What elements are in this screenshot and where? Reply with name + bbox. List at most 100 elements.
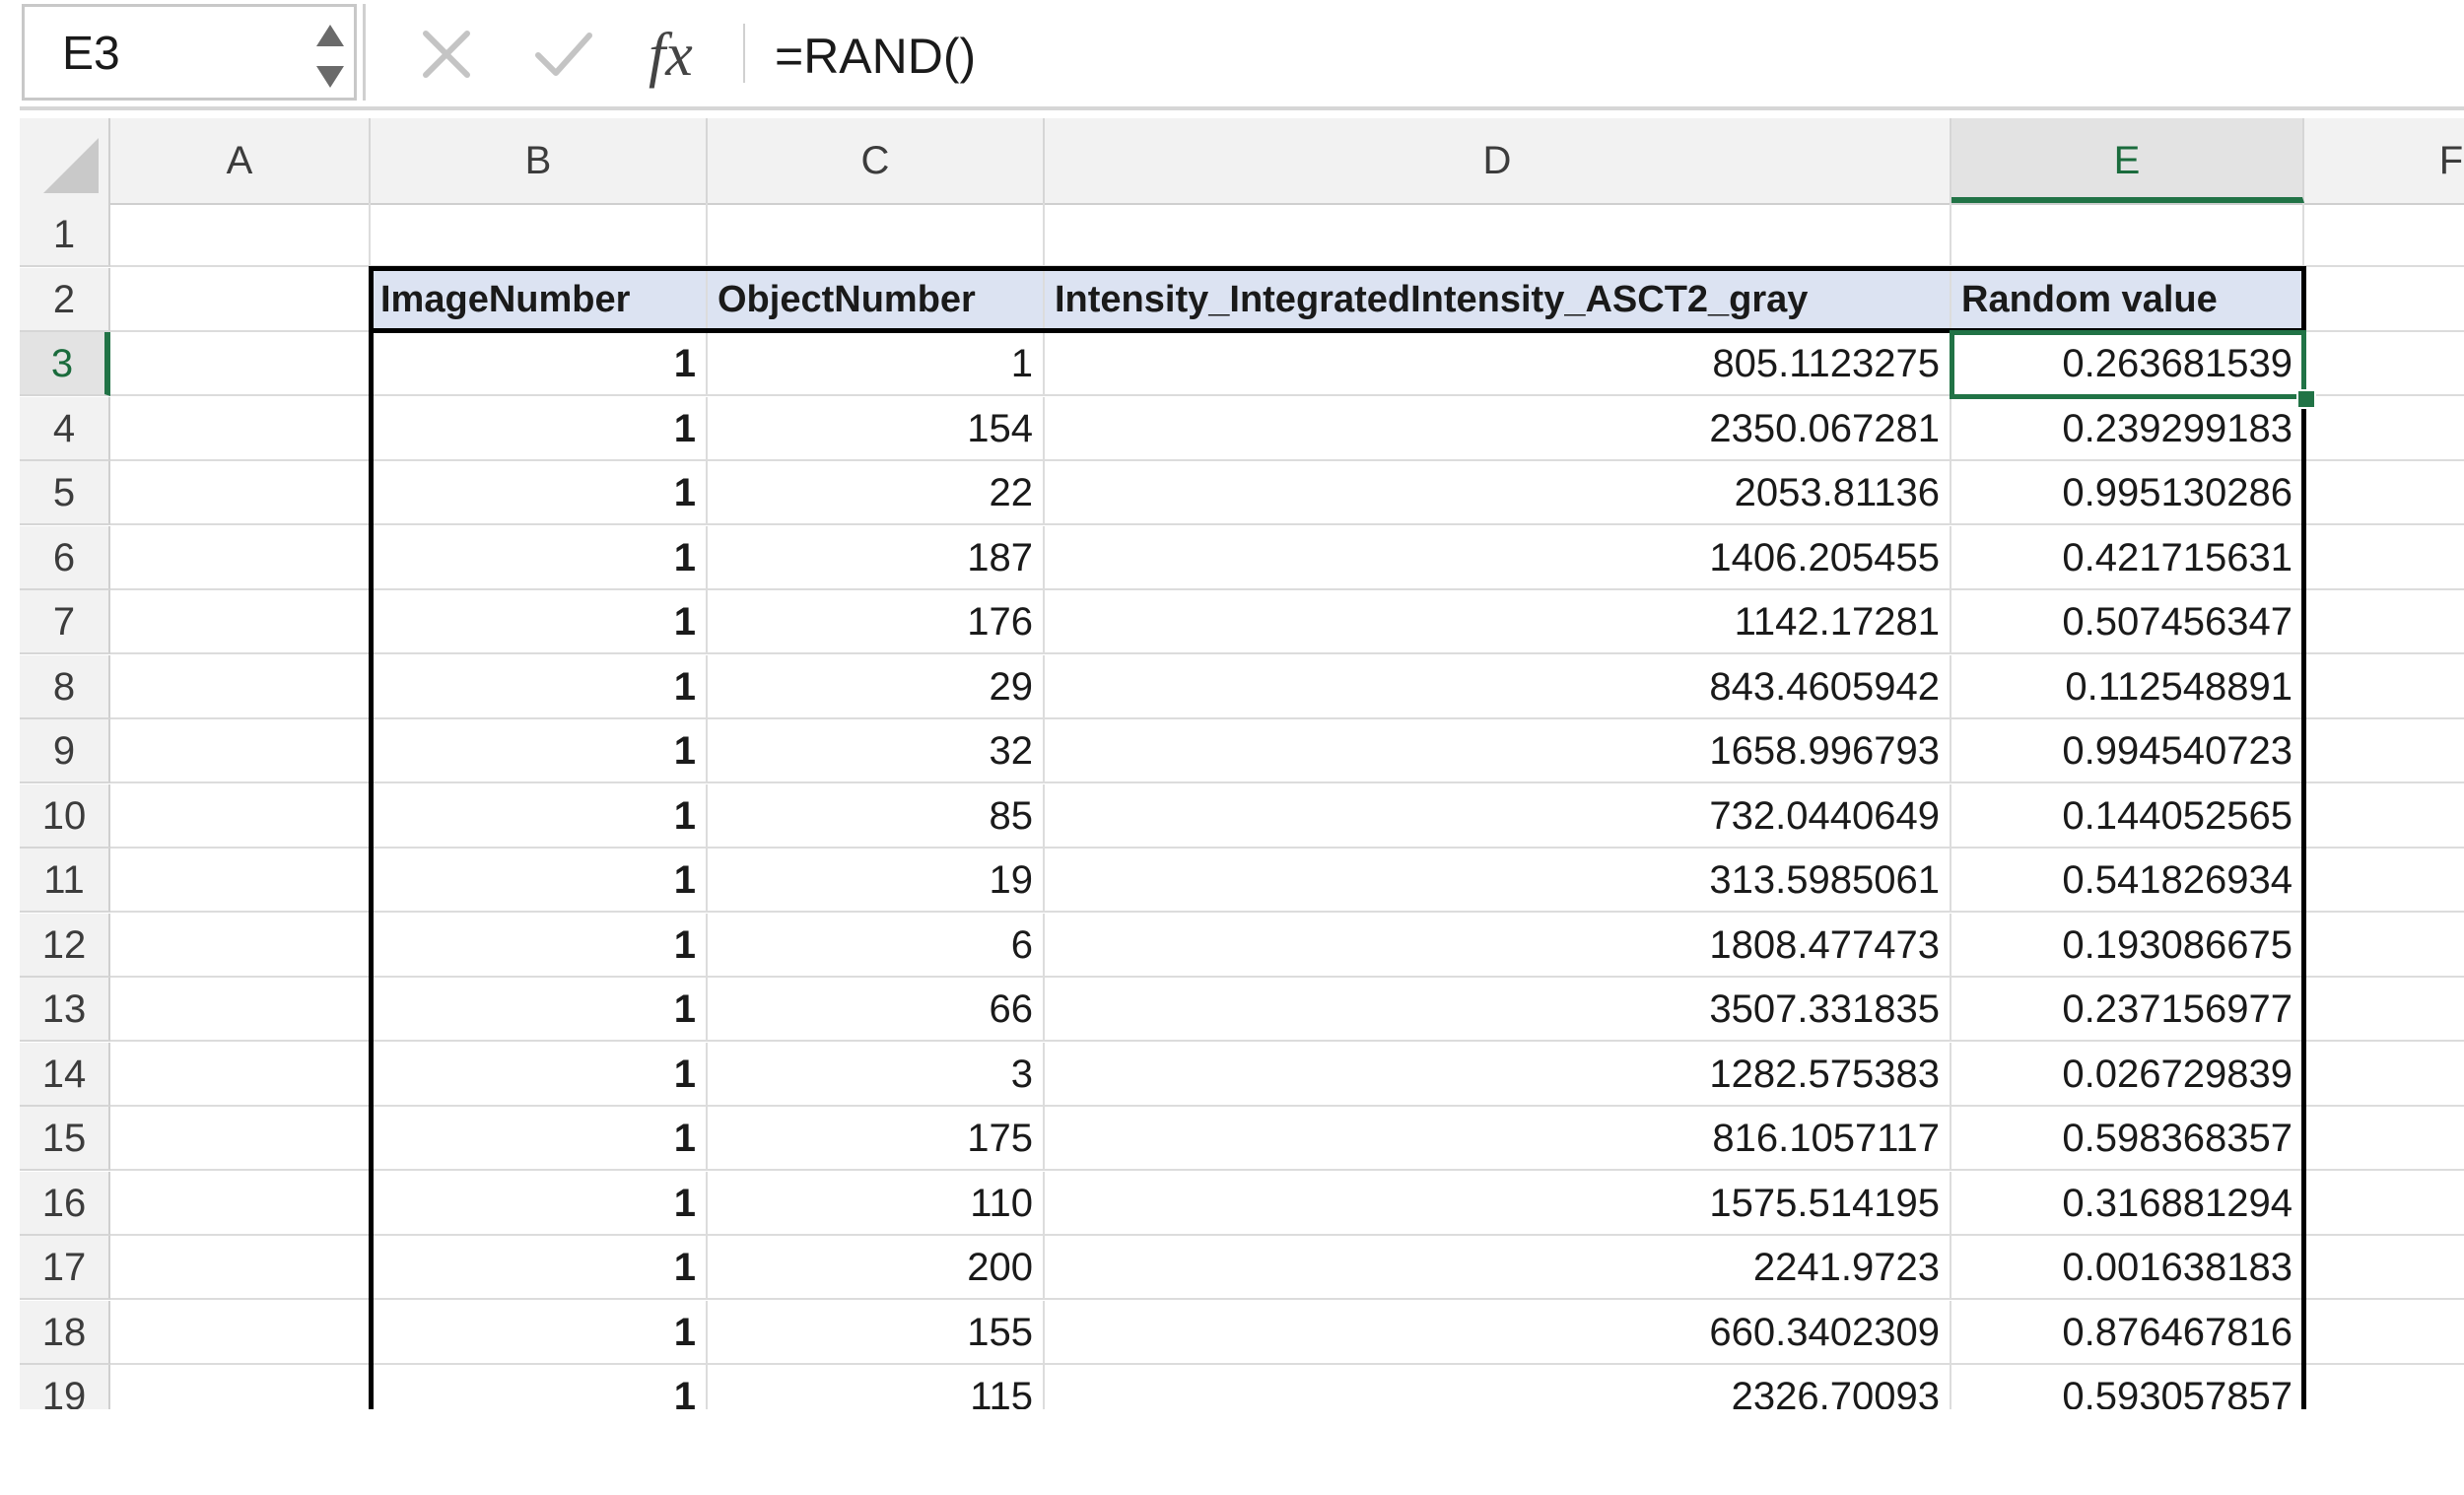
table-cell[interactable]: 805.1123275 bbox=[1045, 332, 1951, 396]
table-header-cell[interactable]: ImageNumber bbox=[371, 267, 708, 332]
grid-cell[interactable] bbox=[110, 461, 371, 525]
table-cell[interactable]: 2350.067281 bbox=[1045, 396, 1951, 461]
table-cell[interactable]: 0.026729839 bbox=[1951, 1042, 2304, 1107]
table-header-cell[interactable]: ObjectNumber bbox=[708, 267, 1045, 332]
name-box[interactable]: E3 bbox=[22, 4, 357, 101]
grid-cell[interactable] bbox=[2304, 849, 2464, 913]
column-header-d[interactable]: D bbox=[1045, 118, 1951, 203]
table-cell[interactable]: 2053.81136 bbox=[1045, 461, 1951, 525]
row-header-14[interactable]: 14 bbox=[20, 1042, 110, 1107]
table-cell[interactable]: 2241.9723 bbox=[1045, 1236, 1951, 1300]
table-cell[interactable]: 175 bbox=[708, 1107, 1045, 1171]
grid-cell[interactable] bbox=[110, 1042, 371, 1107]
grid-cell[interactable] bbox=[110, 719, 371, 783]
table-cell[interactable]: 843.4605942 bbox=[1045, 654, 1951, 719]
table-cell[interactable]: 0.995130286 bbox=[1951, 461, 2304, 525]
grid-cell[interactable] bbox=[110, 1236, 371, 1300]
row-header-16[interactable]: 16 bbox=[20, 1171, 110, 1236]
table-header-cell[interactable]: Intensity_IntegratedIntensity_ASCT2_gray bbox=[1045, 267, 1951, 332]
grid-cell[interactable] bbox=[2304, 526, 2464, 590]
row-header-3[interactable]: 3 bbox=[20, 332, 110, 396]
grid-cell[interactable] bbox=[110, 978, 371, 1042]
table-cell[interactable]: 1 bbox=[371, 978, 708, 1042]
grid-cell[interactable] bbox=[2304, 203, 2464, 267]
grid-cell[interactable] bbox=[2304, 1236, 2464, 1300]
table-cell[interactable]: 0.193086675 bbox=[1951, 913, 2304, 978]
grid-cell[interactable] bbox=[110, 783, 371, 849]
table-cell[interactable]: 0.112548891 bbox=[1951, 654, 2304, 719]
table-cell[interactable]: 0.263681539 bbox=[1951, 332, 2304, 396]
table-cell[interactable]: 155 bbox=[708, 1300, 1045, 1365]
table-cell[interactable]: 1 bbox=[371, 1236, 708, 1300]
grid-cell[interactable] bbox=[110, 654, 371, 719]
row-header-15[interactable]: 15 bbox=[20, 1107, 110, 1171]
table-cell[interactable]: 732.0440649 bbox=[1045, 783, 1951, 849]
table-cell[interactable]: 200 bbox=[708, 1236, 1045, 1300]
table-cell[interactable]: 1 bbox=[371, 1042, 708, 1107]
table-cell[interactable]: 1 bbox=[371, 1171, 708, 1236]
grid-cell[interactable] bbox=[2304, 332, 2464, 396]
grid-cell[interactable] bbox=[2304, 1107, 2464, 1171]
grid-cell[interactable] bbox=[110, 332, 371, 396]
select-all-corner[interactable] bbox=[20, 118, 110, 203]
table-cell[interactable]: 1 bbox=[371, 849, 708, 913]
table-cell[interactable]: 115 bbox=[708, 1365, 1045, 1409]
table-cell[interactable]: 660.3402309 bbox=[1045, 1300, 1951, 1365]
table-cell[interactable]: 1 bbox=[371, 396, 708, 461]
table-cell[interactable]: 0.239299183 bbox=[1951, 396, 2304, 461]
table-cell[interactable]: 0.507456347 bbox=[1951, 590, 2304, 654]
grid-cell[interactable] bbox=[2304, 719, 2464, 783]
table-cell[interactable]: 66 bbox=[708, 978, 1045, 1042]
name-box-stepper-icon[interactable] bbox=[310, 17, 350, 96]
row-header-6[interactable]: 6 bbox=[20, 525, 110, 590]
row-header-4[interactable]: 4 bbox=[20, 396, 110, 461]
grid-cell[interactable] bbox=[110, 1365, 371, 1409]
row-header-1[interactable]: 1 bbox=[20, 203, 110, 267]
table-cell[interactable]: 6 bbox=[708, 913, 1045, 978]
row-header-10[interactable]: 10 bbox=[20, 783, 110, 849]
table-cell[interactable]: 1406.205455 bbox=[1045, 525, 1951, 590]
table-cell[interactable]: 85 bbox=[708, 783, 1045, 849]
function-icon[interactable]: fx bbox=[645, 20, 733, 89]
grid-cell[interactable] bbox=[110, 590, 371, 654]
grid-cell[interactable] bbox=[110, 525, 371, 590]
row-header-13[interactable]: 13 bbox=[20, 978, 110, 1042]
column-header-e[interactable]: E bbox=[1951, 118, 2304, 203]
table-cell[interactable]: 0.541826934 bbox=[1951, 849, 2304, 913]
table-cell[interactable]: 2326.70093 bbox=[1045, 1365, 1951, 1409]
table-cell[interactable]: 3507.331835 bbox=[1045, 978, 1951, 1042]
fill-handle[interactable] bbox=[2296, 388, 2316, 409]
row-header-7[interactable]: 7 bbox=[20, 590, 110, 654]
table-cell[interactable]: 29 bbox=[708, 654, 1045, 719]
grid-cell[interactable] bbox=[110, 1171, 371, 1236]
spreadsheet-grid[interactable]: ABCDEF 1 2 3 4 5 6 7 8 9 10 11 12 13 14 15 16 17 18 19 Ima… bbox=[0, 118, 2464, 1409]
table-cell[interactable]: 816.1057117 bbox=[1045, 1107, 1951, 1171]
row-header-8[interactable]: 8 bbox=[20, 654, 110, 719]
table-cell[interactable]: 0.421715631 bbox=[1951, 525, 2304, 590]
row-header-5[interactable]: 5 bbox=[20, 461, 110, 525]
table-cell[interactable]: 110 bbox=[708, 1171, 1045, 1236]
table-cell[interactable]: 1 bbox=[708, 332, 1045, 396]
table-cell[interactable]: 1282.575383 bbox=[1045, 1042, 1951, 1107]
table-cell[interactable]: 0.994540723 bbox=[1951, 719, 2304, 783]
grid-cell[interactable] bbox=[110, 913, 371, 978]
table-cell[interactable]: 1 bbox=[371, 654, 708, 719]
table-cell[interactable]: 0.237156977 bbox=[1951, 978, 2304, 1042]
table-cell[interactable]: 19 bbox=[708, 849, 1045, 913]
table-cell[interactable]: 176 bbox=[708, 590, 1045, 654]
row-header-19[interactable]: 19 bbox=[20, 1365, 110, 1409]
grid-cell[interactable] bbox=[110, 396, 371, 461]
formula-input[interactable]: =RAND() bbox=[775, 28, 976, 85]
row-header-2[interactable]: 2 bbox=[20, 267, 110, 332]
column-header-a[interactable]: A bbox=[110, 118, 371, 203]
table-cell[interactable]: 0.316881294 bbox=[1951, 1171, 2304, 1236]
grid-cell[interactable] bbox=[2304, 655, 2464, 719]
table-cell[interactable]: 1 bbox=[371, 332, 708, 396]
grid-cell[interactable] bbox=[2304, 784, 2464, 849]
grid-cell[interactable] bbox=[2304, 1172, 2464, 1236]
table-cell[interactable]: 1 bbox=[371, 719, 708, 783]
table-cell[interactable]: 313.5985061 bbox=[1045, 849, 1951, 913]
row-header-18[interactable]: 18 bbox=[20, 1300, 110, 1365]
grid-cell[interactable] bbox=[371, 203, 708, 267]
table-cell[interactable]: 1 bbox=[371, 461, 708, 525]
